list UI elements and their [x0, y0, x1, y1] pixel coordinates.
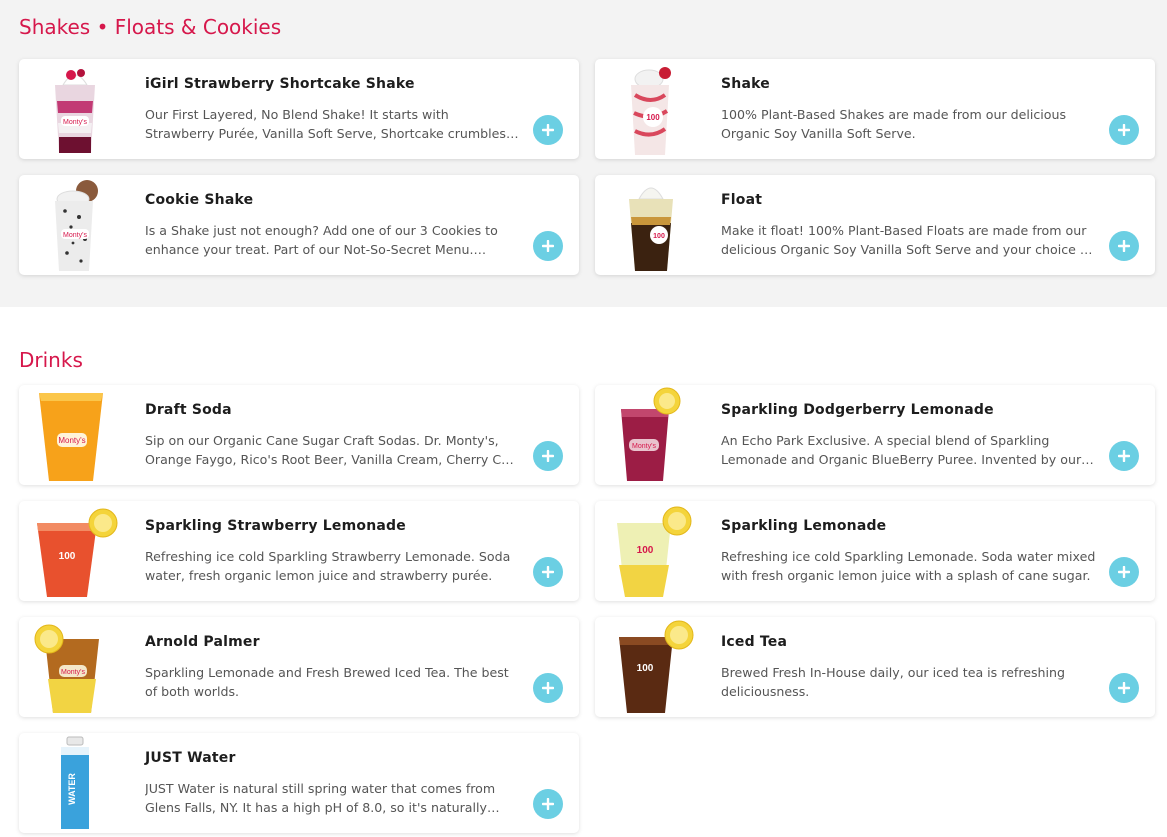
add-to-cart-button[interactable] — [533, 115, 563, 145]
root-beer-float-image: 100 — [603, 177, 699, 273]
item-description: Refreshing ice cold Sparkling Lemonade. … — [721, 549, 1096, 583]
item-name: Arnold Palmer — [145, 634, 260, 650]
plus-icon — [542, 240, 554, 252]
svg-text:Monty's: Monty's — [63, 232, 87, 239]
item-name: Draft Soda — [145, 402, 232, 418]
plus-icon — [542, 798, 554, 810]
plus-icon — [542, 124, 554, 136]
add-to-cart-button[interactable] — [533, 673, 563, 703]
section-title: Drinks — [19, 348, 83, 372]
svg-text:WATER: WATER — [67, 773, 77, 805]
add-to-cart-button[interactable] — [533, 557, 563, 587]
add-to-cart-button[interactable] — [1109, 115, 1139, 145]
menu-item-card[interactable]: 100 Float Make it float! 100% Plant-Base… — [595, 175, 1155, 275]
section-title: Shakes • Floats & Cookies — [19, 15, 282, 39]
menu-item-card[interactable]: Monty's iGirl Strawberry Shortcake Shake… — [19, 59, 579, 159]
item-name: Float — [721, 192, 763, 208]
svg-text:Monty's: Monty's — [63, 119, 87, 126]
strawberry-swirl-shake-image: 100 — [603, 61, 699, 157]
orange-soda-cup-image: Monty's — [27, 387, 123, 483]
menu-item-card[interactable]: Monty's Draft Soda Sip on our Organic Ca… — [19, 385, 579, 485]
item-description: Brewed Fresh In-House daily, our iced te… — [721, 665, 1065, 699]
plus-icon — [1118, 124, 1130, 136]
item-description: Sparkling Lemonade and Fresh Brewed Iced… — [145, 665, 509, 699]
svg-text:Monty's: Monty's — [632, 443, 656, 450]
add-to-cart-button[interactable] — [1109, 673, 1139, 703]
lemonade-cup-image: 100 — [603, 503, 699, 599]
svg-text:100: 100 — [637, 545, 654, 556]
water-carton-image: WATER — [27, 735, 123, 831]
add-to-cart-button[interactable] — [533, 441, 563, 471]
item-description: An Echo Park Exclusive. A special blend … — [721, 433, 1082, 467]
item-description: Refreshing ice cold Sparkling Strawberry… — [145, 549, 511, 583]
plus-icon — [542, 450, 554, 462]
item-description: Is a Shake just not enough? Add one of o… — [145, 223, 498, 257]
menu-item-card[interactable]: 100 Sparkling Lemonade Refreshing ice co… — [595, 501, 1155, 601]
svg-text:100: 100 — [637, 663, 654, 674]
svg-text:100: 100 — [653, 233, 665, 240]
menu-grid: Monty's iGirl Strawberry Shortcake Shake… — [19, 59, 1155, 275]
menu-item-card[interactable]: Monty's Cookie Shake Is a Shake just not… — [19, 175, 579, 275]
cookies-and-cream-shake-image: Monty's — [27, 177, 123, 273]
item-name: iGirl Strawberry Shortcake Shake — [145, 76, 415, 92]
menu-item-card[interactable]: 100 Iced Tea Brewed Fresh In-House daily… — [595, 617, 1155, 717]
add-to-cart-button[interactable] — [1109, 441, 1139, 471]
menu-item-card[interactable]: 100 Sparkling Strawberry Lemonade Refres… — [19, 501, 579, 601]
item-name: Cookie Shake — [145, 192, 254, 208]
strawberry-lemonade-cup-image: 100 — [27, 503, 123, 599]
plus-icon — [1118, 450, 1130, 462]
item-name: Shake — [721, 76, 770, 92]
item-description: Our First Layered, No Blend Shake! It st… — [145, 107, 506, 141]
plus-icon — [1118, 682, 1130, 694]
add-to-cart-button[interactable] — [533, 789, 563, 819]
plus-icon — [542, 682, 554, 694]
item-name: JUST Water — [145, 750, 236, 766]
menu-item-card[interactable]: 100 Shake 100% Plant-Based Shakes are ma… — [595, 59, 1155, 159]
svg-text:Monty's: Monty's — [61, 669, 85, 676]
plus-icon — [542, 566, 554, 578]
menu-item-card[interactable]: WATER JUST Water JUST Water is natural s… — [19, 733, 579, 833]
arnold-palmer-cup-image: Monty's — [27, 619, 123, 715]
item-description: Make it float! 100% Plant-Based Floats a… — [721, 223, 1093, 257]
add-to-cart-button[interactable] — [533, 231, 563, 261]
svg-text:100: 100 — [59, 551, 76, 562]
plus-icon — [1118, 566, 1130, 578]
plus-icon — [1118, 240, 1130, 252]
menu-grid: Monty's Draft Soda Sip on our Organic Ca… — [19, 385, 1155, 833]
menu-item-card[interactable]: Monty's Arnold Palmer Sparkling Lemonade… — [19, 617, 579, 717]
item-description: Sip on our Organic Cane Sugar Craft Soda… — [145, 433, 521, 467]
svg-text:Monty's: Monty's — [58, 436, 85, 445]
item-description: 100% Plant-Based Shakes are made from ou… — [721, 107, 1067, 141]
layered-strawberry-shake-image: Monty's — [27, 61, 123, 157]
menu-item-card[interactable]: Monty's Sparkling Dodgerberry Lemonade A… — [595, 385, 1155, 485]
iced-tea-cup-image: 100 — [603, 619, 699, 715]
item-name: Sparkling Strawberry Lemonade — [145, 518, 406, 534]
shakes-section: Shakes • Floats & Cookies Monty's iGirl … — [0, 0, 1167, 307]
item-name: Sparkling Dodgerberry Lemonade — [721, 402, 994, 418]
svg-text:100: 100 — [646, 113, 660, 122]
add-to-cart-button[interactable] — [1109, 231, 1139, 261]
item-name: Iced Tea — [721, 634, 788, 650]
item-name: Sparkling Lemonade — [721, 518, 887, 534]
berry-lemonade-cup-image: Monty's — [603, 387, 699, 483]
item-description: JUST Water is natural still spring water… — [145, 781, 496, 815]
drinks-section: Drinks Monty's Draft Soda Sip on our Org… — [0, 307, 1167, 837]
add-to-cart-button[interactable] — [1109, 557, 1139, 587]
